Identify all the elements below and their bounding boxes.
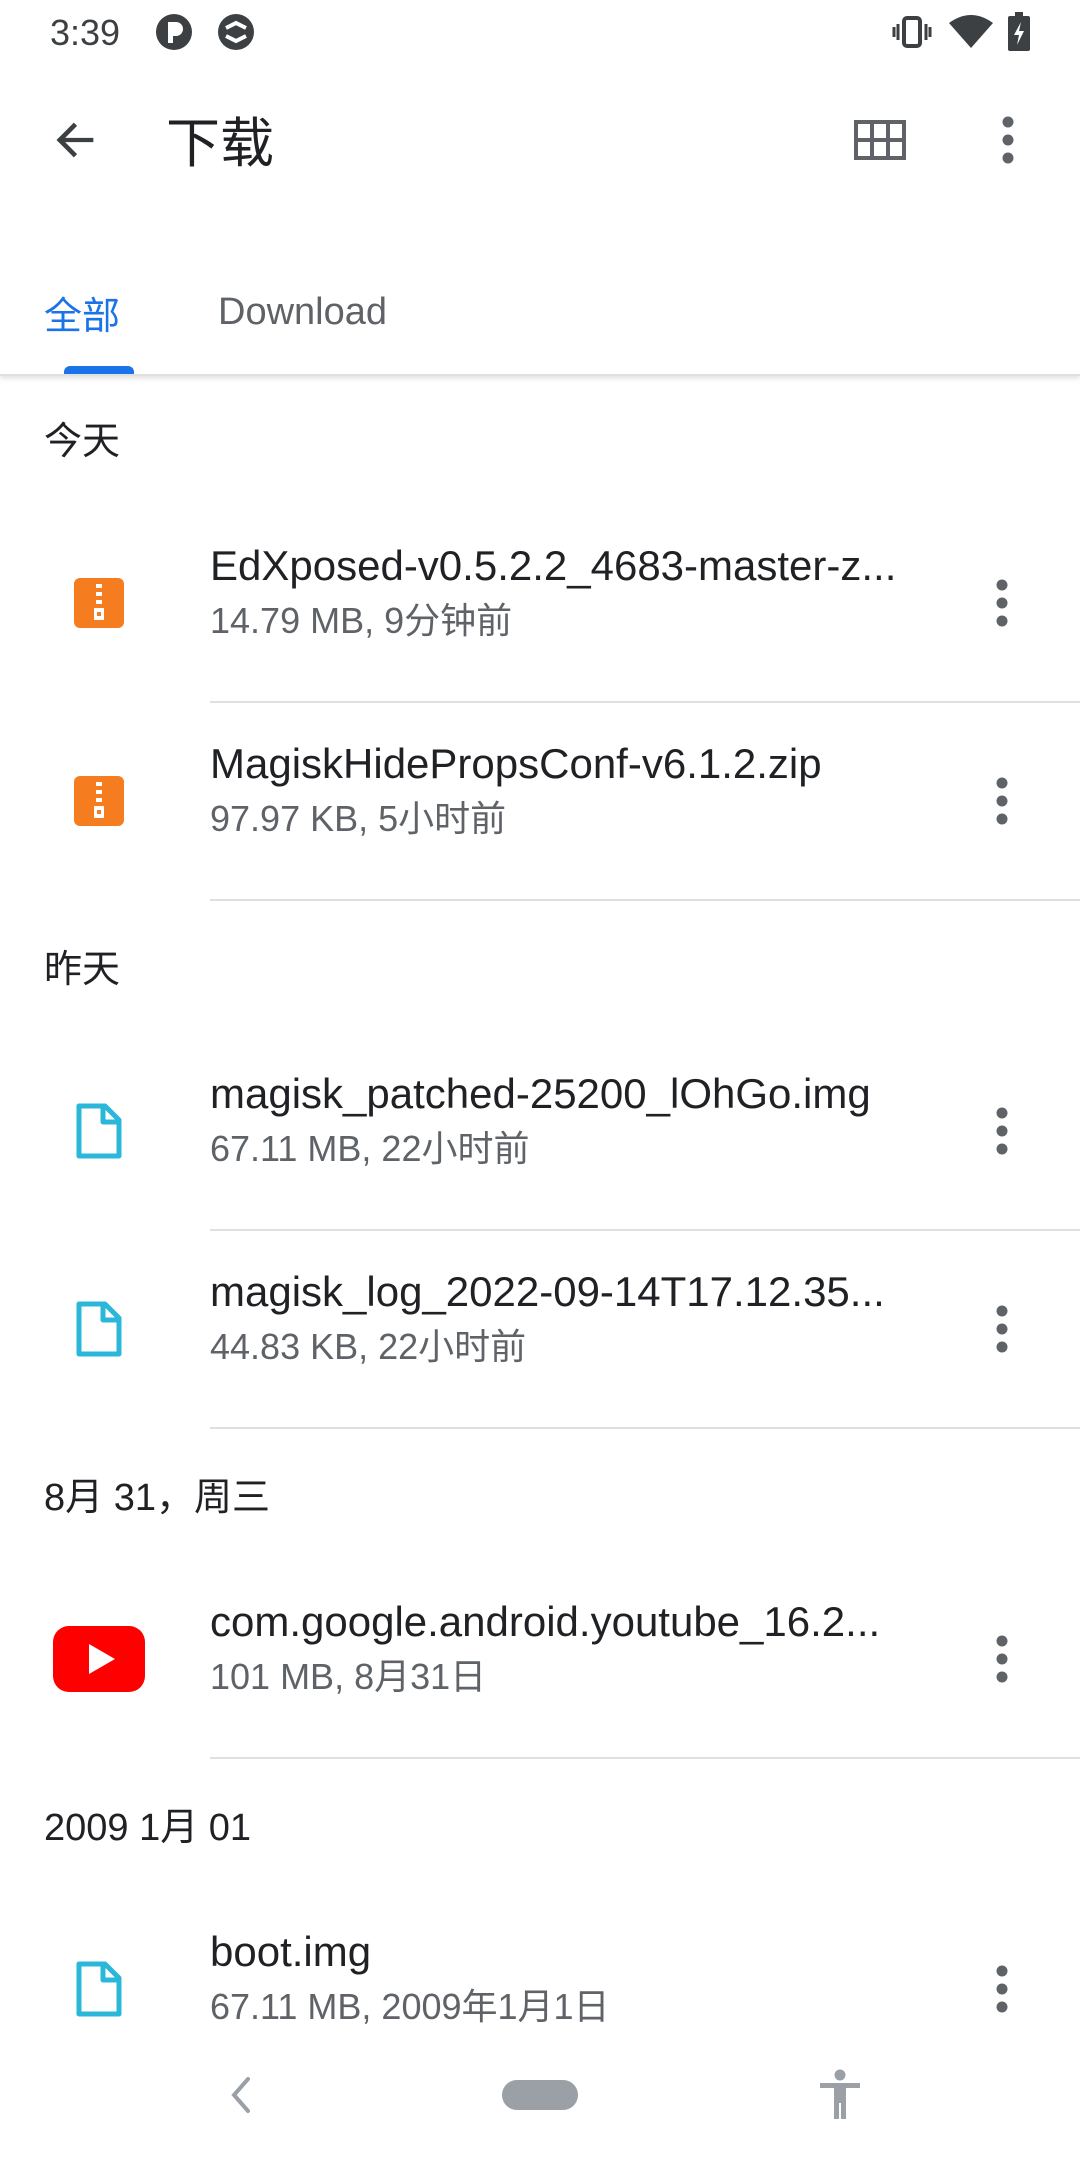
- file-name: boot.img: [210, 1928, 372, 1975]
- file-list[interactable]: 今天 EdXposed-v0.5.2.2_4683-master-z... 14…: [0, 374, 1080, 2030]
- file-name: magisk_log_2022-09-14T17.12.35...: [210, 1268, 885, 1315]
- file-name: EdXposed-v0.5.2.2_4683-master-z...: [210, 542, 897, 589]
- file-name: com.google.android.youtube_16.2...: [210, 1598, 881, 1645]
- zip-file-icon: [54, 558, 144, 648]
- list-item[interactable]: boot.img 67.11 MB, 2009年1月1日: [0, 1890, 1080, 2030]
- app-notification-icon: [154, 12, 194, 52]
- file-meta: 97.97 KB, 5小时前: [210, 798, 507, 839]
- file-meta: 67.11 MB, 22小时前: [210, 1128, 530, 1169]
- item-more-button[interactable]: [962, 563, 1042, 643]
- vibrate-icon: [890, 12, 934, 52]
- section-header-today: 今天: [44, 421, 121, 463]
- item-more-button[interactable]: [962, 761, 1042, 841]
- accessibility-icon: [820, 2069, 860, 2119]
- tab-selected-indicator: [64, 366, 134, 374]
- more-vert-icon: [996, 1635, 1008, 1683]
- file-meta: 44.83 KB, 22小时前: [210, 1326, 527, 1367]
- nav-home-pill-icon[interactable]: [502, 2080, 578, 2110]
- grid-view-icon: [854, 120, 906, 160]
- more-vert-icon: [996, 579, 1008, 627]
- file-meta: 67.11 MB, 2009年1月1日: [210, 1986, 610, 2027]
- sync-notification-icon: [216, 12, 256, 52]
- status-bar: 3:39: [0, 0, 1080, 66]
- document-file-icon: [54, 1284, 144, 1374]
- file-name: magisk_patched-25200_lOhGo.img: [210, 1070, 871, 1117]
- zip-file-icon: [54, 756, 144, 846]
- divider: [210, 1427, 1080, 1429]
- document-file-icon: [54, 1944, 144, 2030]
- youtube-app-icon: [52, 1614, 146, 1704]
- section-header-aug-31: 8月 31，周三: [44, 1477, 270, 1519]
- divider: [210, 899, 1080, 901]
- more-vert-icon: [996, 1305, 1008, 1353]
- list-item[interactable]: EdXposed-v0.5.2.2_4683-master-z... 14.79…: [0, 504, 1080, 702]
- item-more-button[interactable]: [962, 1619, 1042, 1699]
- list-item[interactable]: magisk_log_2022-09-14T17.12.35... 44.83 …: [0, 1230, 1080, 1428]
- list-item[interactable]: com.google.android.youtube_16.2... 101 M…: [0, 1560, 1080, 1758]
- item-more-button[interactable]: [962, 1949, 1042, 2029]
- battery-charging-icon: [1004, 12, 1034, 52]
- more-vert-icon: [996, 1107, 1008, 1155]
- nav-back-button[interactable]: [200, 2060, 280, 2130]
- item-more-button[interactable]: [962, 1289, 1042, 1369]
- list-item[interactable]: MagiskHidePropsConf-v6.1.2.zip 97.97 KB,…: [0, 702, 1080, 900]
- overflow-menu-button[interactable]: [968, 100, 1048, 180]
- section-header-2009-jan-01: 2009 1月 01: [44, 1807, 252, 1849]
- page-title: 下载: [166, 114, 274, 174]
- more-vert-icon: [996, 777, 1008, 825]
- tab-all[interactable]: 全部: [44, 250, 164, 374]
- back-button[interactable]: [36, 100, 116, 180]
- accessibility-button[interactable]: [800, 2060, 880, 2130]
- item-more-button[interactable]: [962, 1091, 1042, 1171]
- more-vert-icon: [996, 1965, 1008, 2013]
- tab-bar: 全部 Download: [0, 250, 1080, 376]
- list-item[interactable]: magisk_patched-25200_lOhGo.img 67.11 MB,…: [0, 1032, 1080, 1230]
- divider: [210, 1757, 1080, 1759]
- nav-back-icon: [231, 2077, 250, 2113]
- file-meta: 14.79 MB, 9分钟前: [210, 600, 513, 641]
- status-time: 3:39: [50, 12, 121, 53]
- file-name: MagiskHidePropsConf-v6.1.2.zip: [210, 740, 822, 787]
- grid-view-button[interactable]: [840, 100, 920, 180]
- tab-download[interactable]: Download: [218, 250, 458, 374]
- document-file-icon: [54, 1086, 144, 1176]
- section-header-yesterday: 昨天: [44, 949, 121, 991]
- more-vert-icon: [1002, 116, 1014, 164]
- wifi-icon: [948, 12, 994, 52]
- arrow-back-icon: [56, 122, 94, 158]
- file-meta: 101 MB, 8月31日: [210, 1656, 487, 1697]
